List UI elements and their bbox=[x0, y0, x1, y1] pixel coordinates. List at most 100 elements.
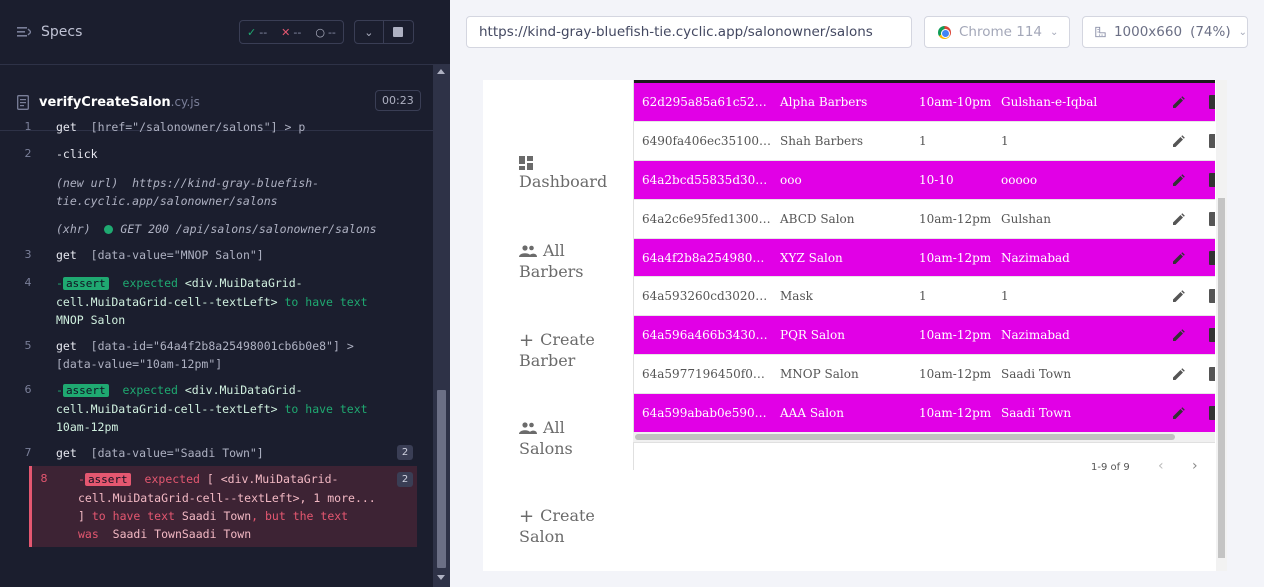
assert-subject: <div.MuiDataGrid- bbox=[184, 383, 303, 397]
browser-label: Chrome 114 bbox=[959, 24, 1043, 40]
nav-all-salons[interactable]: All Salons bbox=[519, 418, 573, 459]
command-name: get bbox=[56, 248, 77, 262]
delete-icon[interactable] bbox=[1209, 367, 1215, 382]
table-row[interactable]: 64a596a466b3430033... PQR Salon 10am-12pm N… bbox=[634, 316, 1215, 356]
event-type: (new url) bbox=[56, 176, 119, 190]
table-row[interactable]: 64a593260cd302001d... Mask 1 1 bbox=[634, 277, 1215, 317]
url-bar[interactable]: https://kind-gray-bluefish-tie.cyclic.ap… bbox=[466, 16, 912, 48]
command-log-scrollbar[interactable] bbox=[433, 65, 450, 587]
grid-footer: 1-9 of 9 ‹ › bbox=[633, 442, 1215, 474]
edit-icon[interactable] bbox=[1172, 290, 1185, 303]
assert-value: Saadi Town bbox=[181, 509, 252, 523]
edit-icon[interactable] bbox=[1172, 368, 1185, 381]
edit-icon[interactable] bbox=[1172, 329, 1185, 342]
scroll-down-icon[interactable] bbox=[437, 575, 445, 580]
command-row-assert[interactable]: 4 - assert expected <div.MuiDataGrid-cell… bbox=[0, 264, 417, 329]
people-icon bbox=[519, 419, 537, 439]
people-icon bbox=[519, 242, 537, 262]
delete-icon[interactable] bbox=[1209, 133, 1215, 148]
nav-all-barbers[interactable]: All Barbers bbox=[519, 241, 584, 282]
command-row-new-url[interactable]: (new url) https://kind-gray-bluefish-tie… bbox=[0, 164, 417, 210]
table-row[interactable]: 62d295a85a61c523c0... Alpha Barbers 10am-1… bbox=[634, 83, 1215, 122]
command-row[interactable]: 1 get [href="/salonowner/salons"] > p bbox=[0, 118, 417, 136]
table-row[interactable]: 64a5977196450f001d... MNOP Salon 10am-12pm… bbox=[634, 355, 1215, 395]
assert-subject-cont: cell.MuiDataGrid-cell--textLeft>, 1 more… bbox=[78, 491, 376, 505]
assert-verb: to have text bbox=[284, 295, 368, 309]
specs-toggle[interactable]: Specs bbox=[17, 24, 239, 40]
table-row[interactable]: 64a4f2b8a25498001cb... XYZ Salon 10am-12pm… bbox=[634, 238, 1215, 278]
stop-button[interactable] bbox=[383, 20, 414, 44]
command-row[interactable]: 5 get [data-id="64a4f2b8a25498001cb6b0e8… bbox=[0, 329, 417, 373]
delete-icon[interactable] bbox=[1209, 211, 1215, 226]
failed-stat: ✕ -- bbox=[274, 26, 308, 39]
viewport-scale: (74%) bbox=[1190, 24, 1231, 40]
chevron-left-icon[interactable]: ‹ bbox=[1158, 458, 1164, 474]
scrollbar-thumb[interactable] bbox=[437, 390, 446, 568]
command-name: -click bbox=[56, 147, 98, 161]
browser-selector[interactable]: Chrome 114 ⌄ bbox=[924, 16, 1070, 48]
scroll-up-icon[interactable] bbox=[437, 69, 445, 74]
delete-icon[interactable] bbox=[1209, 172, 1215, 187]
table-row[interactable]: 64a599abab0e59001d... AAA Salon 10am-12pm S… bbox=[634, 394, 1215, 434]
edit-icon[interactable] bbox=[1172, 135, 1185, 148]
table-row[interactable]: 64a2c6e95fed1300337... ABCD Salon 10am-12p… bbox=[634, 200, 1215, 239]
grid-horizontal-scrollbar[interactable] bbox=[633, 432, 1215, 442]
delete-icon[interactable] bbox=[1209, 289, 1215, 304]
pagination-info: 1-9 of 9 bbox=[1091, 462, 1130, 473]
nav-create-barber[interactable]: + Create Barber bbox=[519, 330, 595, 371]
cell-hours: 10am-12pm bbox=[919, 406, 992, 421]
command-row[interactable]: 3 get [data-value="MNOP Salon"] bbox=[0, 238, 417, 264]
delete-icon[interactable] bbox=[1209, 95, 1215, 109]
nav-all-salons-label-2: Salons bbox=[519, 438, 573, 458]
cell-hours: 1 bbox=[919, 133, 927, 148]
command-row-assert[interactable]: 6 - assert expected <div.MuiDataGrid-cell… bbox=[0, 373, 417, 436]
stop-icon bbox=[393, 27, 404, 37]
nav-create-salon[interactable]: + Create Salon bbox=[519, 506, 595, 547]
viewport-info[interactable]: 1000x660 (74%) ⌄ bbox=[1082, 16, 1248, 48]
chevron-right-icon[interactable]: › bbox=[1192, 458, 1198, 474]
nav-all-salons-label: All bbox=[543, 418, 565, 437]
command-row-failed-assert[interactable]: 8 - assert expected [ <div.MuiDataGrid-ce… bbox=[29, 466, 417, 547]
edit-icon[interactable] bbox=[1172, 407, 1185, 420]
scrollbar-thumb[interactable] bbox=[1218, 198, 1225, 558]
cell-hours: 1 bbox=[919, 289, 927, 304]
assert-badge: assert bbox=[62, 277, 109, 290]
command-name: get bbox=[56, 120, 77, 134]
command-row-xhr[interactable]: (xhr) GET 200 /api/salons/salonowner/sal… bbox=[0, 210, 417, 238]
assert-close: ] bbox=[78, 509, 85, 523]
table-row[interactable]: 64a2bcd55835d3001d... ooo 10-10 ooooo bbox=[634, 160, 1215, 200]
file-icon bbox=[17, 95, 29, 110]
cell-id: 6490fa406ec351001c4... bbox=[642, 133, 772, 148]
edit-icon[interactable] bbox=[1172, 212, 1185, 226]
app-preview-frame: Dashboard All Barbers + Create Barber All Sa… bbox=[483, 80, 1227, 571]
command-row[interactable]: 7 get [data-value="Saadi Town"] 2 bbox=[0, 436, 417, 462]
cell-hours: 10-10 bbox=[919, 172, 954, 187]
table-row[interactable]: 6490fa406ec351001c4... Shah Barbers 1 1 bbox=[634, 122, 1215, 161]
spec-name: verifyCreateSalon.cy.js bbox=[39, 95, 200, 110]
delete-icon[interactable] bbox=[1209, 406, 1215, 421]
cell-id: 64a599abab0e59001d... bbox=[642, 406, 772, 421]
chrome-icon bbox=[938, 25, 951, 39]
command-number: 3 bbox=[24, 248, 32, 261]
app-vertical-scrollbar[interactable] bbox=[1216, 80, 1227, 571]
cell-name: MNOP Salon bbox=[780, 367, 859, 382]
assert-actual: Saadi TownSaadi Town bbox=[112, 527, 252, 541]
cell-id: 64a2bcd55835d3001d... bbox=[642, 172, 772, 187]
scrollbar-thumb[interactable] bbox=[635, 434, 1175, 440]
delete-icon[interactable] bbox=[1209, 250, 1215, 265]
chevron-down-button[interactable]: ⌄ bbox=[353, 20, 384, 44]
cell-id: 64a4f2b8a25498001cb... bbox=[642, 250, 772, 265]
command-row[interactable]: 2 -click bbox=[0, 136, 417, 164]
assert-badge: assert bbox=[62, 384, 109, 397]
cell-id: 64a596a466b3430033... bbox=[642, 328, 772, 343]
grid-body: 62d295a85a61c523c0... Alpha Barbers 10am-1… bbox=[634, 83, 1215, 434]
edit-icon[interactable] bbox=[1172, 96, 1185, 109]
delete-icon[interactable] bbox=[1209, 328, 1215, 343]
command-number: 2 bbox=[24, 147, 32, 160]
assert-value: 10am-12pm bbox=[56, 420, 119, 434]
chevron-down-icon: ⌄ bbox=[1238, 26, 1247, 38]
assert-subject: [ <div.MuiDataGrid- bbox=[206, 472, 339, 486]
edit-icon[interactable] bbox=[1172, 251, 1185, 265]
nav-dashboard[interactable]: Dashboard bbox=[519, 156, 607, 192]
edit-icon[interactable] bbox=[1172, 173, 1185, 187]
